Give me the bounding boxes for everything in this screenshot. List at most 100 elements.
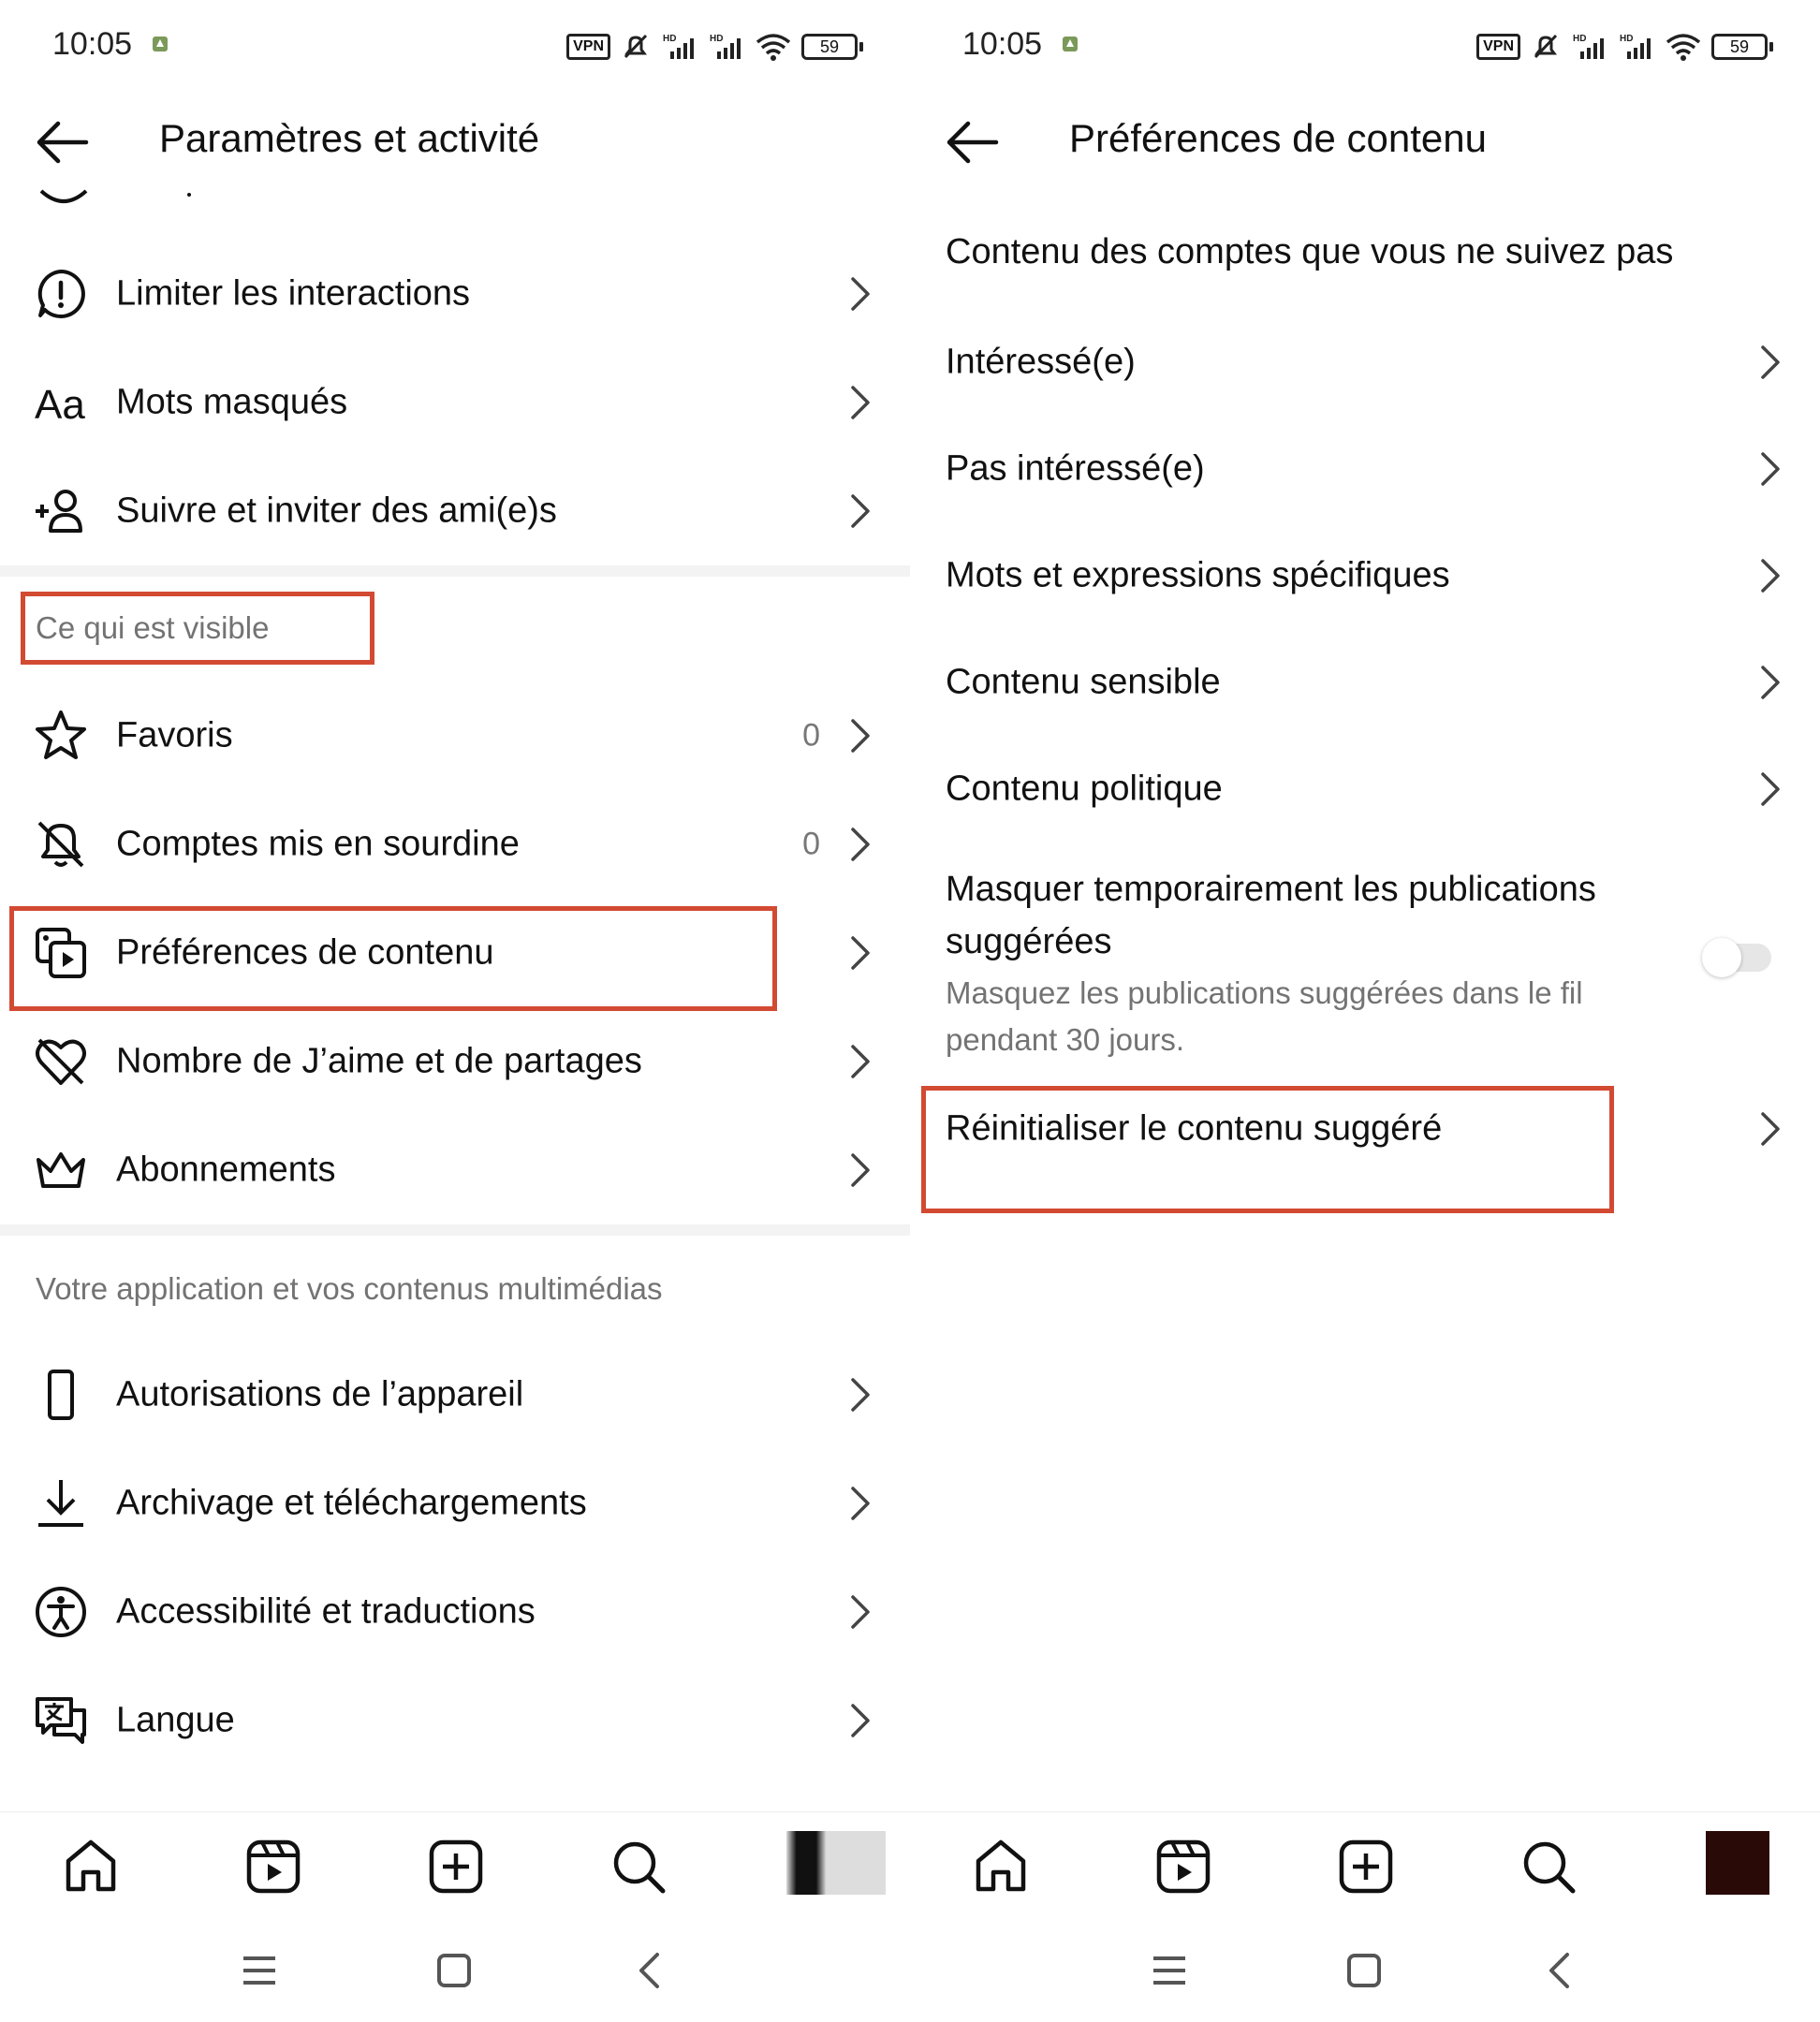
phone-icon [48,1370,74,1420]
system-nav-bar [910,1928,1820,2022]
row-interested[interactable]: Intéressé(e) [910,309,1820,416]
reels-icon[interactable] [242,1835,305,1898]
home-icon[interactable] [969,1835,1033,1898]
battery-indicator: 59 [1711,34,1773,60]
back-arrow-icon[interactable] [944,118,1000,167]
section-header-app: Votre application et vos contenus multim… [36,1271,663,1306]
row-likes-shares[interactable]: Nombre de J’aime et de partages [0,1007,910,1116]
translate-icon [36,1697,86,1744]
page-title: Préférences de contenu [1069,116,1487,160]
svg-text:Aa: Aa [35,382,85,428]
row-label: Langue [116,1700,235,1740]
section-separator [0,565,910,577]
row-favorites[interactable]: Favoris 0 [0,681,910,790]
chevron-right-icon [1761,772,1780,806]
back-chevron-icon[interactable] [1537,1947,1584,1994]
row-label: Mots et expressions spécifiques [946,555,1450,595]
row-device-permissions[interactable]: Autorisations de l’appareil [0,1341,910,1449]
svg-text:HD: HD [1573,34,1586,44]
row-count: 0 [802,826,820,862]
chevron-right-icon [851,494,870,528]
header: Préférences de contenu [910,94,1820,191]
row-label: Favoris [116,715,233,755]
accessibility-icon [36,1587,86,1637]
profile-avatar[interactable] [786,1831,886,1895]
row-muted-accounts[interactable]: Comptes mis en sourdine 0 [0,790,910,899]
status-bar: 10:05 VPN HD HD 59 [0,0,910,94]
text-aa-icon: Aa [35,382,85,428]
recents-menu-icon[interactable] [1146,1947,1193,1994]
chevron-right-icon [851,277,870,311]
status-bar: 10:05 VPN HD HD 59 [910,0,1820,94]
chevron-right-icon [851,1595,870,1629]
toggle-desc-line1: Masquez les publications suggérées dans … [946,975,1583,1010]
row-reset-suggested[interactable]: Réinitialiser le contenu suggéré [910,1077,1820,1180]
toggle-title-line2: suggérées [946,922,1112,961]
hide-suggested-toggle[interactable] [1702,938,1771,977]
signal-2-icon: HD [710,34,741,59]
row-subscriptions[interactable]: Abonnements [0,1116,910,1224]
row-limit-interactions[interactable]: Limiter les interactions [0,240,910,348]
home-icon[interactable] [59,1835,123,1898]
heart-off-icon [36,1038,86,1085]
partial-item-dot [187,193,191,197]
silent-bell-icon [624,34,648,59]
row-follow-invite[interactable]: Suivre et inviter des ami(e)s [0,457,910,565]
row-label: Limiter les interactions [116,273,471,314]
chevron-right-icon [1761,452,1780,486]
row-label: Pas intéressé(e) [946,448,1205,489]
media-content-icon [36,928,86,978]
create-post-icon[interactable] [424,1835,488,1898]
home-square-icon[interactable] [431,1947,477,1994]
row-not-interested[interactable]: Pas intéressé(e) [910,416,1820,522]
row-accessibility[interactable]: Accessibilité et traductions [0,1558,910,1666]
recents-menu-icon[interactable] [236,1947,283,1994]
toggle-title: Masquer temporairement les publications … [946,863,1596,968]
row-label: Intéressé(e) [946,342,1136,382]
back-arrow-icon[interactable] [34,118,90,167]
download-icon [38,1480,83,1527]
toggle-title-line1: Masquer temporairement les publications [946,870,1596,909]
vpn-badge: VPN [1476,34,1520,60]
create-post-icon[interactable] [1334,1835,1398,1898]
chevron-right-icon [851,1704,870,1737]
row-label: Autorisations de l’appareil [116,1374,524,1414]
partial-item-icon [39,189,88,203]
muted-bell-icon [37,821,84,868]
chevron-right-icon [1761,1112,1780,1146]
row-label: Nombre de J’aime et de partages [116,1041,642,1081]
row-sensitive-content[interactable]: Contenu sensible [910,629,1820,736]
star-icon [36,711,86,759]
toggle-knob [1702,938,1741,977]
right-screen: 10:05 VPN HD HD 59 Préférences de conten… [910,0,1820,2022]
home-square-icon[interactable] [1341,1947,1387,1994]
status-icons: VPN HD HD 59 [566,28,863,66]
row-language[interactable]: Langue [0,1666,910,1775]
search-icon[interactable] [607,1835,670,1898]
row-political-content[interactable]: Contenu politique [910,736,1820,842]
chevron-right-icon [851,386,870,419]
row-label: Abonnements [116,1150,336,1190]
row-label: Réinitialiser le contenu suggéré [946,1108,1443,1149]
row-count: 0 [802,717,820,754]
chevron-right-icon [851,719,870,753]
section-header-visible: Ce qui est visible [36,610,270,645]
header: Paramètres et activité [0,94,910,191]
silent-bell-icon [1534,34,1558,59]
reels-icon[interactable] [1152,1835,1215,1898]
row-hidden-words[interactable]: Aa Mots masqués [0,348,910,457]
row-label: Archivage et téléchargements [116,1483,587,1523]
search-icon[interactable] [1517,1835,1580,1898]
row-archive-downloads[interactable]: Archivage et téléchargements [0,1449,910,1558]
back-chevron-icon[interactable] [627,1947,674,1994]
section-separator [0,1224,910,1236]
row-specific-words[interactable]: Mots et expressions spécifiques [910,522,1820,629]
add-person-icon [36,490,82,533]
chevron-right-icon [1761,666,1780,699]
row-hide-suggested: Masquer temporairement les publications … [910,854,1820,1060]
bottom-tab-bar [0,1811,910,1925]
chevron-right-icon [851,1153,870,1187]
signal-1-icon: HD [663,34,694,59]
row-content-preferences[interactable]: Préférences de contenu [0,899,910,1007]
profile-avatar[interactable] [1706,1831,1769,1895]
